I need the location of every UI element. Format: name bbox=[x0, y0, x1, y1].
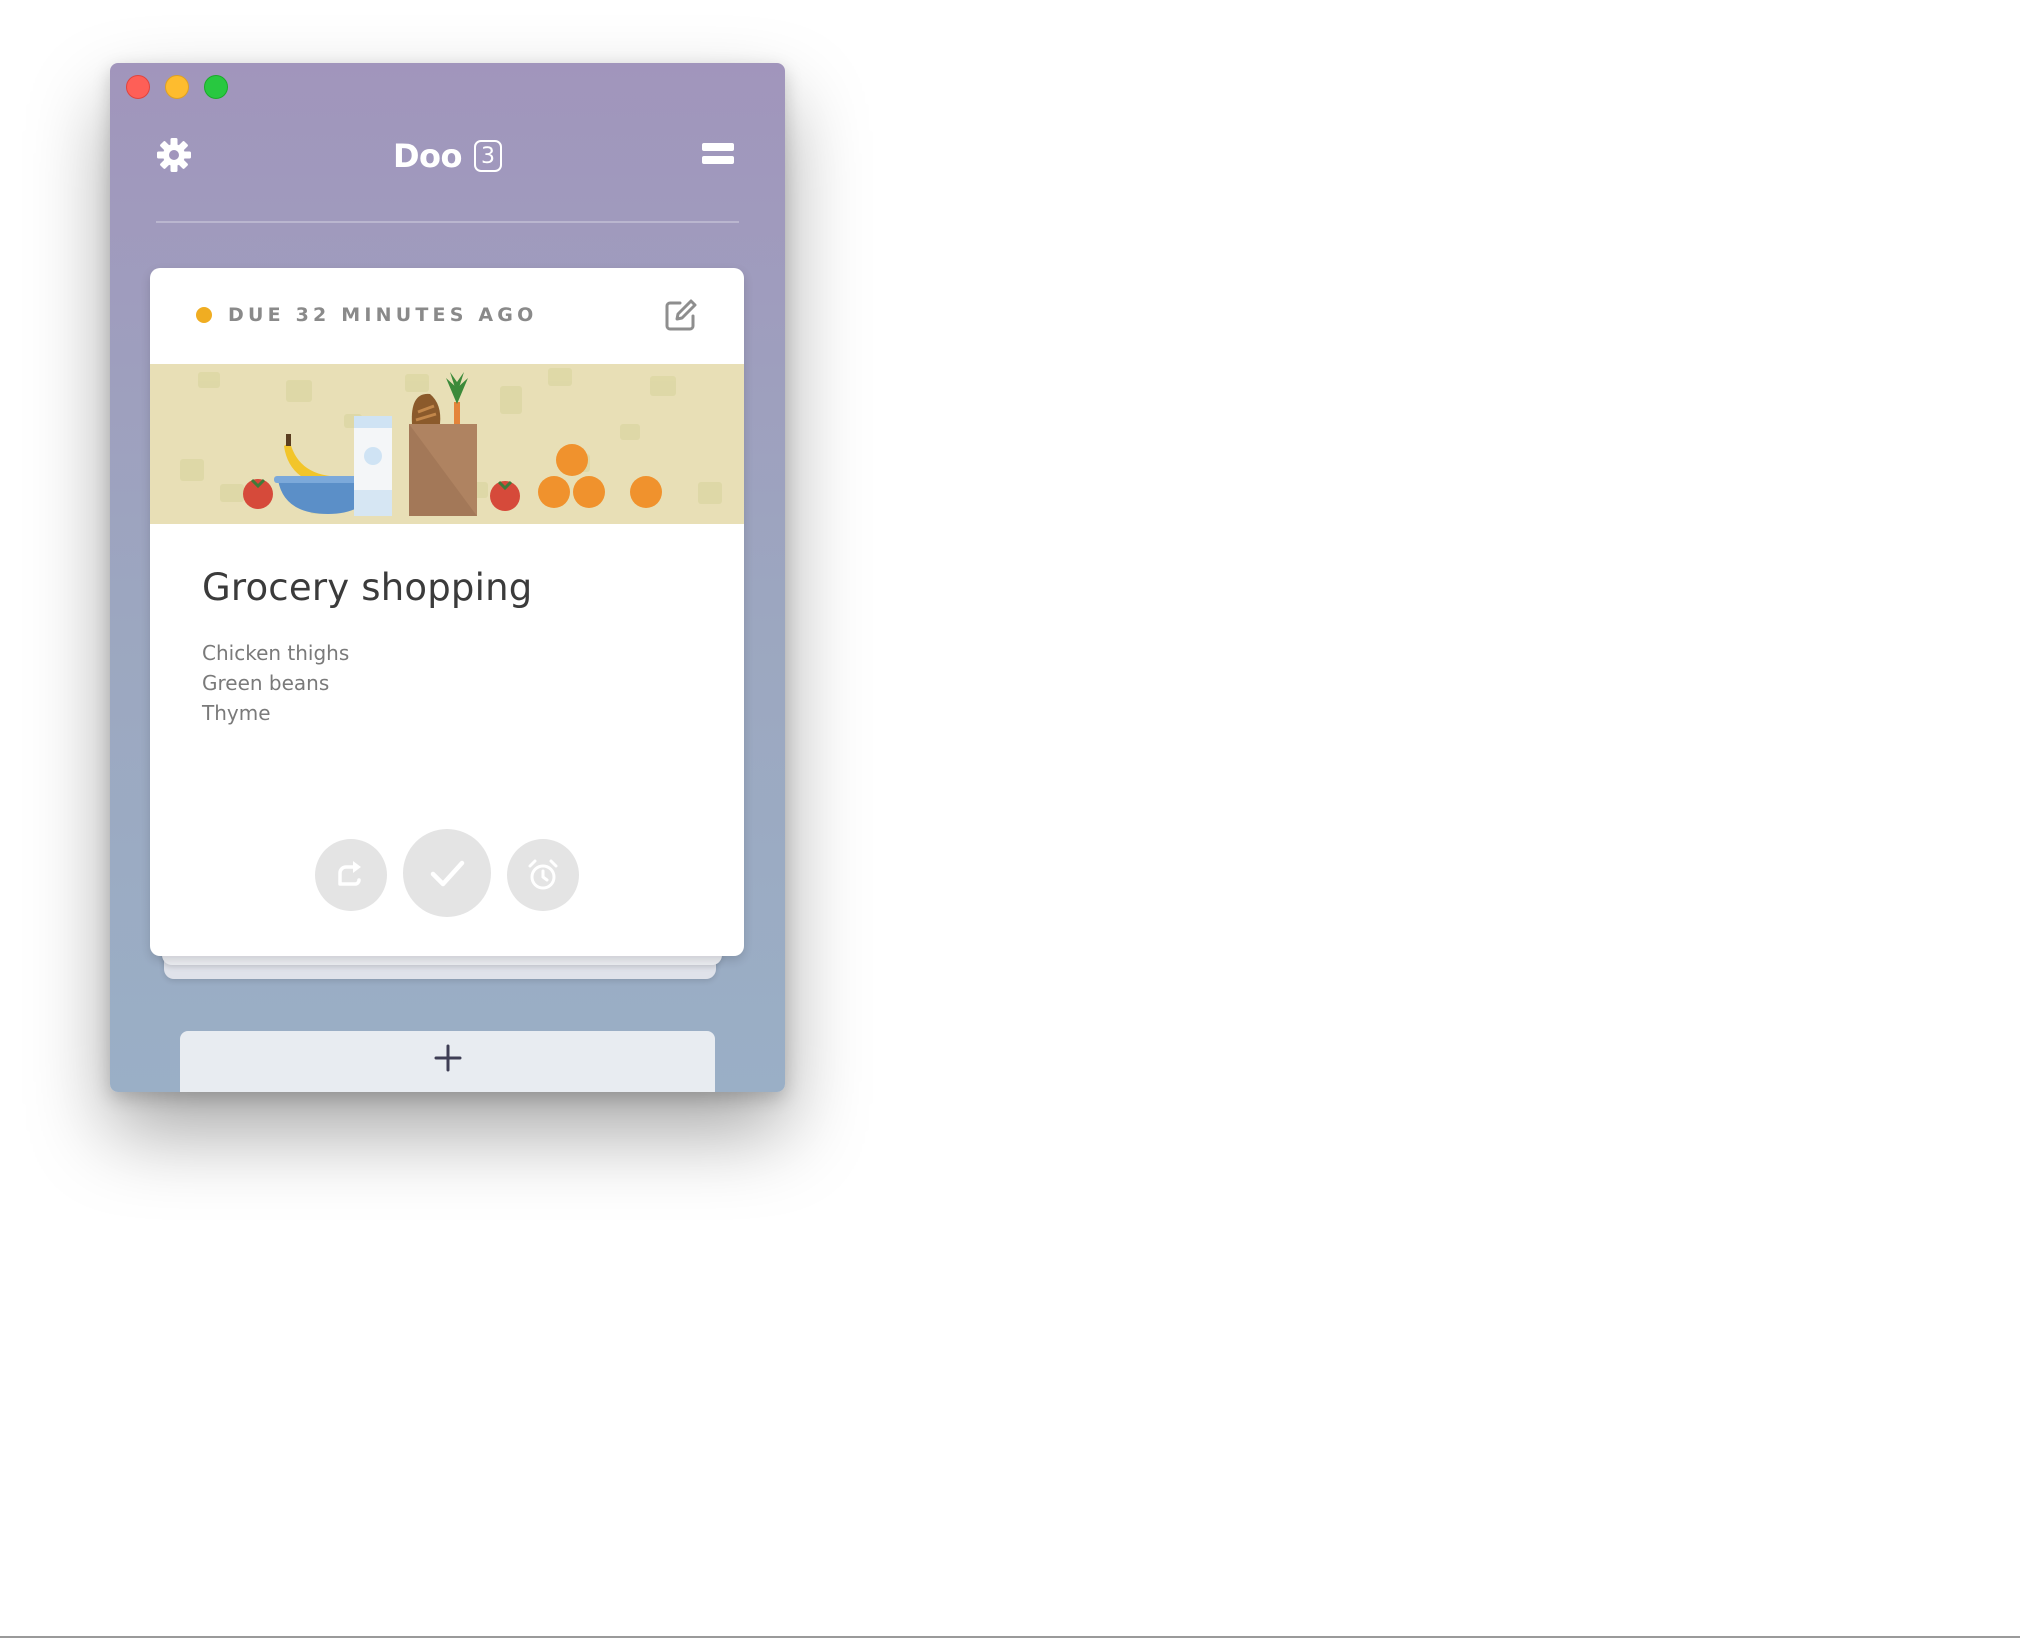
defer-button[interactable] bbox=[315, 839, 387, 911]
task-note: Chicken thighs bbox=[202, 641, 350, 665]
snooze-button[interactable] bbox=[507, 839, 579, 911]
complete-task-button[interactable] bbox=[403, 829, 491, 917]
close-window-button[interactable] bbox=[126, 75, 150, 99]
groceries-illustration bbox=[150, 364, 744, 524]
edit-task-button[interactable] bbox=[664, 298, 698, 332]
task-title: Grocery shopping bbox=[202, 566, 533, 609]
task-notes: Chicken thighs Green beans Thyme bbox=[202, 638, 349, 728]
plus-icon bbox=[434, 1044, 461, 1072]
defer-icon bbox=[338, 861, 361, 886]
task-note: Thyme bbox=[202, 701, 271, 725]
minimize-window-button[interactable] bbox=[165, 75, 189, 99]
due-status: DUE 32 MINUTES AGO bbox=[196, 304, 537, 326]
alarm-clock-icon bbox=[528, 859, 558, 890]
app-window: Doo 3 DUE 32 MINUTES AGO Grocery shoppin… bbox=[110, 63, 785, 1092]
task-card[interactable]: DUE 32 MINUTES AGO Grocery shopping Chic… bbox=[150, 268, 744, 956]
app-name: Doo bbox=[392, 137, 463, 175]
header-divider bbox=[156, 221, 739, 223]
add-task-button[interactable] bbox=[180, 1031, 715, 1092]
checkmark-icon bbox=[430, 860, 465, 887]
due-indicator-dot bbox=[196, 307, 212, 323]
task-count-badge: 3 bbox=[474, 140, 503, 172]
menu-button[interactable] bbox=[700, 139, 736, 169]
zoom-window-button[interactable] bbox=[204, 75, 228, 99]
edit-icon bbox=[665, 299, 697, 331]
due-text: DUE 32 MINUTES AGO bbox=[228, 304, 538, 326]
screen-bottom-edge bbox=[0, 1636, 2020, 1638]
app-title: Doo 3 bbox=[110, 137, 785, 175]
window-controls bbox=[126, 75, 228, 99]
task-note: Green beans bbox=[202, 671, 330, 695]
